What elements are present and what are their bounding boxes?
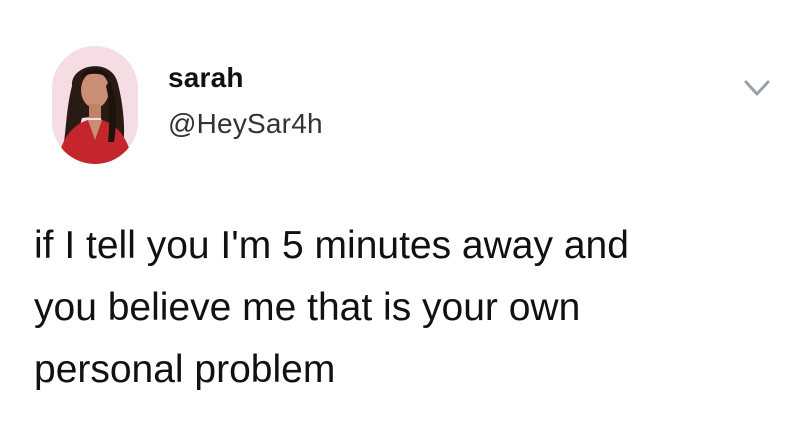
- tweet-text-line: you believe me that is your own: [34, 286, 581, 329]
- tweet-text: if I tell you I'm 5 minutes away and you…: [34, 215, 774, 401]
- display-name[interactable]: sarah: [168, 62, 244, 94]
- avatar[interactable]: [52, 46, 138, 164]
- user-handle[interactable]: @HeySar4h: [168, 108, 323, 140]
- tweet-text-line: if I tell you I'm 5 minutes away and: [34, 224, 629, 267]
- profile-photo-icon: [52, 46, 138, 164]
- tweet-card: sarah @HeySar4h if I tell you I'm 5 minu…: [0, 0, 800, 446]
- tweet-text-line: personal problem: [34, 348, 336, 391]
- more-options-button[interactable]: [742, 76, 772, 100]
- chevron-down-icon: [744, 80, 770, 96]
